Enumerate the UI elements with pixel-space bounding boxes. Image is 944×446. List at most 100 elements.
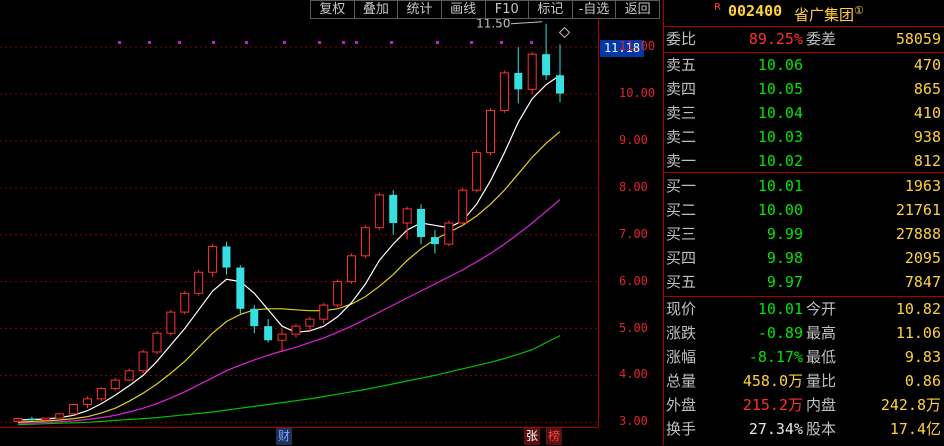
sell-row[interactable]: 卖三 10.04 410: [664, 103, 944, 124]
stat-label: 外盘: [666, 396, 697, 414]
candle-body-up: [110, 379, 120, 390]
sell-volume: 812: [913, 152, 941, 170]
toolbar-button-3[interactable]: 画线: [440, 0, 485, 19]
annotation-arrow: [511, 21, 543, 25]
sell-row[interactable]: 卖二 10.03 938: [664, 127, 944, 148]
event-marker[interactable]: 财: [276, 428, 293, 445]
sell-row[interactable]: 卖五 10.06 470: [664, 55, 944, 76]
stat-label: 涨跌: [666, 324, 697, 342]
toolbar-button-4[interactable]: F10: [484, 0, 529, 19]
high-price-annotation: 11.50: [476, 19, 510, 31]
weibi-value: 89.25%: [748, 30, 803, 48]
kline-svg: 11.50: [0, 19, 598, 426]
sell-volume: 470: [913, 56, 941, 74]
sell-volume: 865: [913, 80, 941, 98]
candle-body-up: [402, 208, 412, 224]
kline-chart[interactable]: 11.50: [0, 19, 598, 427]
signal-dot: [355, 41, 358, 44]
stat-value: 10.82: [895, 300, 941, 318]
stat-label: 涨幅: [666, 348, 697, 366]
signal-dot: [342, 41, 345, 44]
sell-label: 卖三: [666, 104, 697, 122]
buy-volume: 21761: [895, 201, 941, 219]
toolbar-button-0[interactable]: 复权: [310, 0, 354, 19]
stat-value: 27.34%: [748, 420, 803, 438]
stat-label: 现价: [666, 300, 697, 318]
stat-row: 外盘 215.2万 内盘 242.8万: [664, 395, 944, 416]
stat-value: -8.17%: [748, 348, 803, 366]
axis-tick-label: 5.00: [619, 320, 648, 335]
diamond-icon: [558, 26, 571, 39]
candle-body-down: [417, 208, 426, 238]
candle-body-up: [305, 318, 315, 327]
toolbar-button-5[interactable]: 标记: [528, 0, 572, 19]
sell-label: 卖二: [666, 128, 697, 146]
candle-body-down: [430, 237, 439, 245]
candle-body-up: [13, 418, 23, 422]
event-marker[interactable]: 榜: [546, 428, 563, 445]
buy-price: 9.98: [766, 249, 803, 267]
stock-superscript: ①: [854, 4, 864, 17]
signal-dot: [178, 41, 181, 44]
candle-body-up: [138, 351, 148, 372]
buy-row[interactable]: 买三 9.99 27888: [664, 224, 944, 245]
buy-row[interactable]: 买四 9.98 2095: [664, 248, 944, 269]
stat-label: 总量: [666, 372, 697, 390]
candle-body-down: [264, 326, 273, 341]
r-mark: R: [714, 2, 721, 13]
toolbar-button-2[interactable]: 统计: [397, 0, 441, 19]
buy-volume: 2095: [904, 249, 941, 267]
stat-value: 11.06: [895, 324, 941, 342]
sell-label: 卖五: [666, 56, 697, 74]
signal-dot: [436, 41, 439, 44]
sell-price: 10.04: [757, 104, 803, 122]
stat-label: 股本: [806, 420, 837, 438]
stat-value: -0.89: [757, 324, 803, 342]
buy-row[interactable]: 买二 10.00 21761: [664, 200, 944, 221]
stat-label: 换手: [666, 420, 697, 438]
stat-value: 10.01: [757, 300, 803, 318]
buy-label: 买三: [666, 225, 697, 243]
weicha-value: 58059: [895, 30, 941, 48]
sell-price: 10.05: [757, 80, 803, 98]
axis-tick-label: 11.00: [619, 39, 656, 54]
candle-body-down: [542, 54, 551, 76]
axis-tick-label: 10.00: [619, 86, 656, 101]
buy-label: 买一: [666, 177, 697, 195]
sell-row[interactable]: 卖四 10.05 865: [664, 79, 944, 100]
candle-body-up: [360, 227, 370, 257]
stat-row: 涨幅 -8.17% 最低 9.83: [664, 347, 944, 368]
sell-row[interactable]: 卖一 10.02 812: [664, 151, 944, 172]
toolbar-button-6[interactable]: -自选: [571, 0, 616, 19]
stat-row: 换手 27.34% 股本 17.4亿: [664, 419, 944, 440]
candle-body-up: [333, 281, 343, 306]
toolbar-button-7[interactable]: 返回: [615, 0, 660, 19]
buy-row[interactable]: 买五 9.97 7847: [664, 272, 944, 293]
price-axis: 11.18 11.00 10.00 9.00 8.00 7.00 6.00 5.00 4.00…: [598, 19, 663, 428]
event-marker-strip: 财 张榜: [0, 427, 598, 446]
stat-label: 量比: [806, 372, 837, 390]
sell-volume: 938: [913, 128, 941, 146]
stat-value: 458.0万: [742, 372, 803, 390]
sell-label: 卖四: [666, 80, 697, 98]
candle-body-up: [472, 152, 482, 191]
candle-body-down: [236, 267, 245, 309]
stock-header[interactable]: R 002400 省广集团①: [664, 0, 944, 26]
buy-label: 买四: [666, 249, 697, 267]
event-marker[interactable]: 张: [524, 428, 541, 445]
divider: [664, 172, 944, 173]
candle-body-up: [152, 332, 162, 353]
buy-price: 9.99: [766, 225, 803, 243]
candle-body-up: [194, 271, 204, 294]
candle-body-down: [514, 72, 523, 90]
candle-body-up: [527, 53, 537, 90]
candle-body-up: [374, 194, 384, 229]
signal-dot: [500, 41, 503, 44]
candle-body-up: [277, 333, 287, 341]
buy-label: 买二: [666, 201, 697, 219]
buy-row[interactable]: 买一 10.01 1963: [664, 176, 944, 197]
buy-price: 10.01: [757, 177, 803, 195]
stat-label: 最低: [806, 348, 837, 366]
candle-body-up: [291, 325, 301, 335]
toolbar-button-1[interactable]: 叠加: [353, 0, 398, 19]
